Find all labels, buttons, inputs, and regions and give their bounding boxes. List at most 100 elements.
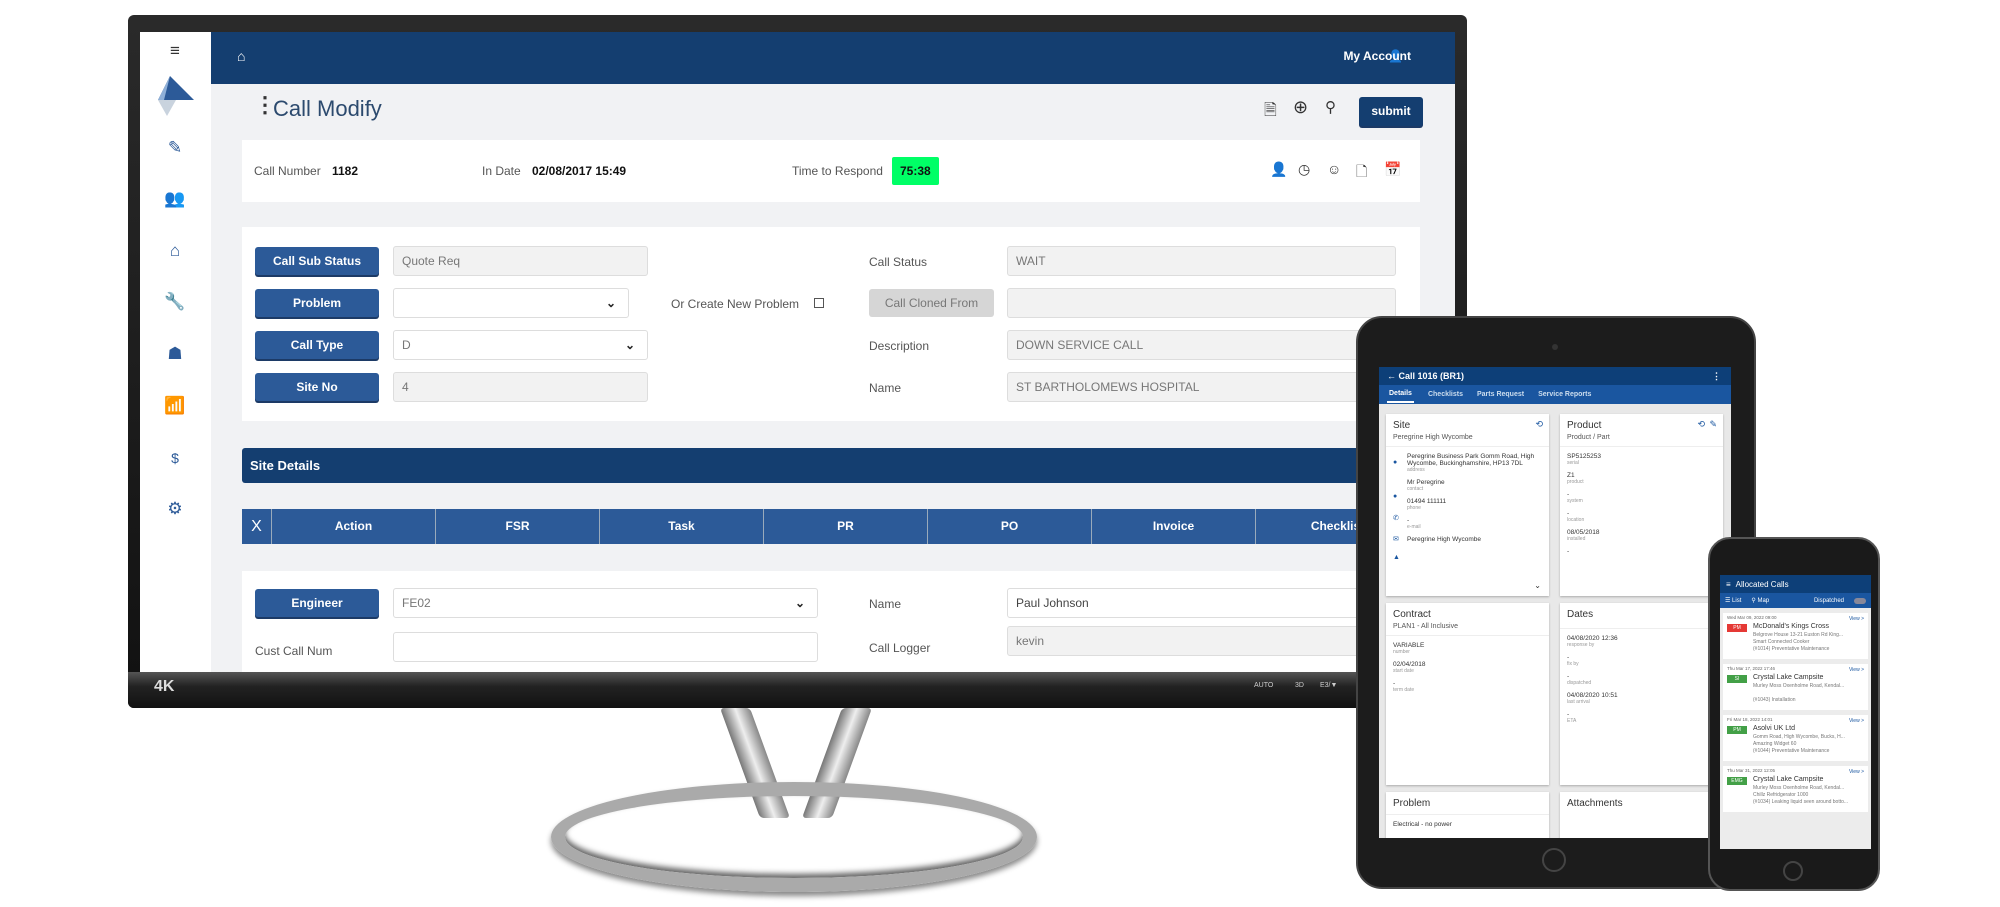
site-card: Site ⟲ Peregrine High Wycombe Peregrine … (1386, 414, 1549, 596)
home-icon[interactable]: ⌂ (237, 48, 245, 64)
engineer-select[interactable]: FE02 ⌄ (393, 588, 818, 618)
tab-details[interactable]: Details (1387, 386, 1414, 403)
invoice-icon[interactable]: $ (164, 447, 186, 469)
call-list-item[interactable]: Wed Mar 09, 2022 09:00 View > PM McDonal… (1723, 613, 1868, 659)
expand-chevron-icon[interactable]: ⌄ (1534, 581, 1541, 590)
person-icon: ● (1393, 493, 1398, 500)
phone-icon: ✆ (1393, 515, 1399, 522)
history-icon[interactable]: ⟲ (1697, 419, 1705, 430)
users-icon[interactable]: 👥 (164, 188, 186, 210)
call-number: 1182 (332, 164, 359, 178)
edit-icon[interactable]: ✎ (1709, 419, 1717, 430)
close-icon[interactable]: X (242, 509, 271, 544)
call-status-label: Call Status (869, 255, 928, 269)
name-label: Name (869, 381, 902, 395)
call-sub-status-field[interactable]: Quote Req (393, 246, 648, 276)
tab-map[interactable]: ⚲ Map (1751, 597, 1769, 604)
more-icon[interactable]: ⋮ (1712, 371, 1721, 382)
call-type-button[interactable]: Call Type (255, 331, 379, 359)
column-action[interactable]: Action (271, 509, 435, 544)
calendar-icon[interactable]: 📅 (1384, 161, 1401, 178)
call-status-field[interactable]: WAIT (1007, 246, 1396, 276)
call-list-item[interactable]: Thu Mar 31, 2022 12:05 View > EMG Crysta… (1723, 766, 1868, 812)
view-link[interactable]: View > (1849, 769, 1864, 775)
phone-home-button[interactable] (1783, 861, 1803, 881)
dispatched-toggle[interactable] (1854, 597, 1866, 604)
create-new-problem-label: Or Create New Problem (671, 297, 800, 311)
tablet-header: ← Call 1016 (BR1) ⋮ (1379, 367, 1731, 385)
call-title: Call 1016 (BR1) (1398, 371, 1465, 381)
menu-icon[interactable]: ≡ (164, 40, 186, 62)
view-link[interactable]: View > (1849, 667, 1864, 673)
tablet-home-button[interactable] (1542, 848, 1566, 872)
chart-icon[interactable]: 📶 (164, 395, 186, 417)
engineer-button[interactable]: Engineer (255, 589, 379, 617)
call-type-select[interactable]: D ⌄ (393, 330, 648, 360)
problem-select[interactable]: ⌄ (393, 288, 629, 318)
add-icon[interactable]: ⊕ (1293, 97, 1308, 118)
call-address: Gomm Road, High Wycombe, Bucks, H... (1753, 734, 1845, 740)
back-arrow-icon[interactable]: ← (1387, 371, 1399, 381)
tab-checklists[interactable]: Checklists (1428, 391, 1463, 398)
site-no-button[interactable]: Site No (255, 373, 379, 401)
call-cloned-from-button[interactable]: Call Cloned From (869, 289, 994, 317)
history-icon[interactable]: ⟲ (1535, 419, 1543, 430)
call-address: Murley Moss Oxenholme Road, Kendal... (1753, 785, 1845, 791)
field-key: term date (1393, 687, 1415, 693)
column-task[interactable]: Task (599, 509, 763, 544)
time-to-respond-badge: 75:38 (892, 157, 939, 185)
name-field[interactable]: ST BARTHOLOMEWS HOSPITAL (1007, 372, 1396, 402)
product-serial: SP5125253 (1567, 453, 1601, 460)
tablet-screen: ← Call 1016 (BR1) ⋮ Details Checklists Pa… (1379, 367, 1731, 838)
menu-icon[interactable]: ≡ (1726, 580, 1731, 589)
call-cloned-from-field[interactable] (1007, 288, 1396, 318)
gear-icon[interactable]: ⚙ (164, 498, 186, 520)
chevron-down-icon: ⌄ (624, 338, 635, 352)
submit-button[interactable]: submit (1359, 97, 1423, 126)
cust-call-num-field[interactable] (393, 632, 818, 662)
view-link[interactable]: View > (1849, 718, 1864, 724)
call-sub-status-button[interactable]: Call Sub Status (255, 247, 379, 275)
history-icon[interactable]: ◷ (1298, 161, 1310, 178)
edit-icon[interactable]: ✎ (164, 137, 186, 159)
tab-list[interactable]: ☰ List (1725, 597, 1741, 604)
site-no-field[interactable]: 4 (393, 372, 648, 402)
column-pr[interactable]: PR (763, 509, 927, 544)
dispatched: - (1567, 673, 1570, 680)
call-list-item[interactable]: Fri Mar 18, 2022 14:01 View > PM Asolvi … (1723, 715, 1868, 761)
field-key: product (1567, 479, 1584, 485)
bezel-button-auto[interactable]: AUTO (1254, 682, 1273, 689)
card-title: Contract (1393, 609, 1431, 620)
wrench-icon[interactable]: 🔧 (164, 291, 186, 313)
site-details-header[interactable]: Site Details (242, 448, 1455, 483)
bezel-button-3d[interactable]: 3D (1295, 682, 1304, 689)
tab-service-reports[interactable]: Service Reports (1538, 391, 1591, 398)
column-po[interactable]: PO (927, 509, 1091, 544)
bezel-button-input[interactable]: E3/▼ (1320, 682, 1337, 689)
fix-by: - (1567, 654, 1570, 661)
engineer-icon[interactable]: 👤 (1270, 161, 1287, 178)
file-settings-icon[interactable]: 🗋 (1356, 161, 1367, 185)
search-icon[interactable]: ⚲ (1325, 98, 1336, 116)
site-contact: Mr Peregrine (1407, 479, 1445, 486)
call-date: Fri Mar 18, 2022 14:01 (1727, 717, 1773, 722)
column-fsr[interactable]: FSR (435, 509, 599, 544)
create-new-problem-checkbox[interactable] (814, 298, 824, 308)
building-icon[interactable]: ⌂ (164, 240, 186, 262)
call-type-badge: PM (1727, 624, 1747, 632)
page-title: Call Modify (273, 96, 382, 121)
column-invoice[interactable]: Invoice (1091, 509, 1255, 544)
problem-button[interactable]: Problem (255, 289, 379, 317)
view-link[interactable]: View > (1849, 616, 1864, 622)
site-address: Peregrine Business Park Gomm Road, High … (1407, 453, 1535, 467)
document-icon[interactable]: 🗎 (1264, 99, 1277, 126)
call-customer: Asolvi UK Ltd (1753, 725, 1796, 732)
tab-parts-request[interactable]: Parts Request (1477, 391, 1524, 398)
handshake-icon[interactable]: ☗ (164, 343, 186, 365)
card-title: Dates (1567, 609, 1594, 620)
description-field[interactable]: DOWN SERVICE CALL (1007, 330, 1396, 360)
site-email: - (1407, 517, 1410, 524)
call-address: Murley Moss Oxenholme Road, Kendal... (1753, 683, 1845, 689)
customer-icon[interactable]: ☺ (1327, 161, 1341, 177)
call-list-item[interactable]: Thu Mar 17, 2022 17:46 View > SI Crystal… (1723, 664, 1868, 710)
